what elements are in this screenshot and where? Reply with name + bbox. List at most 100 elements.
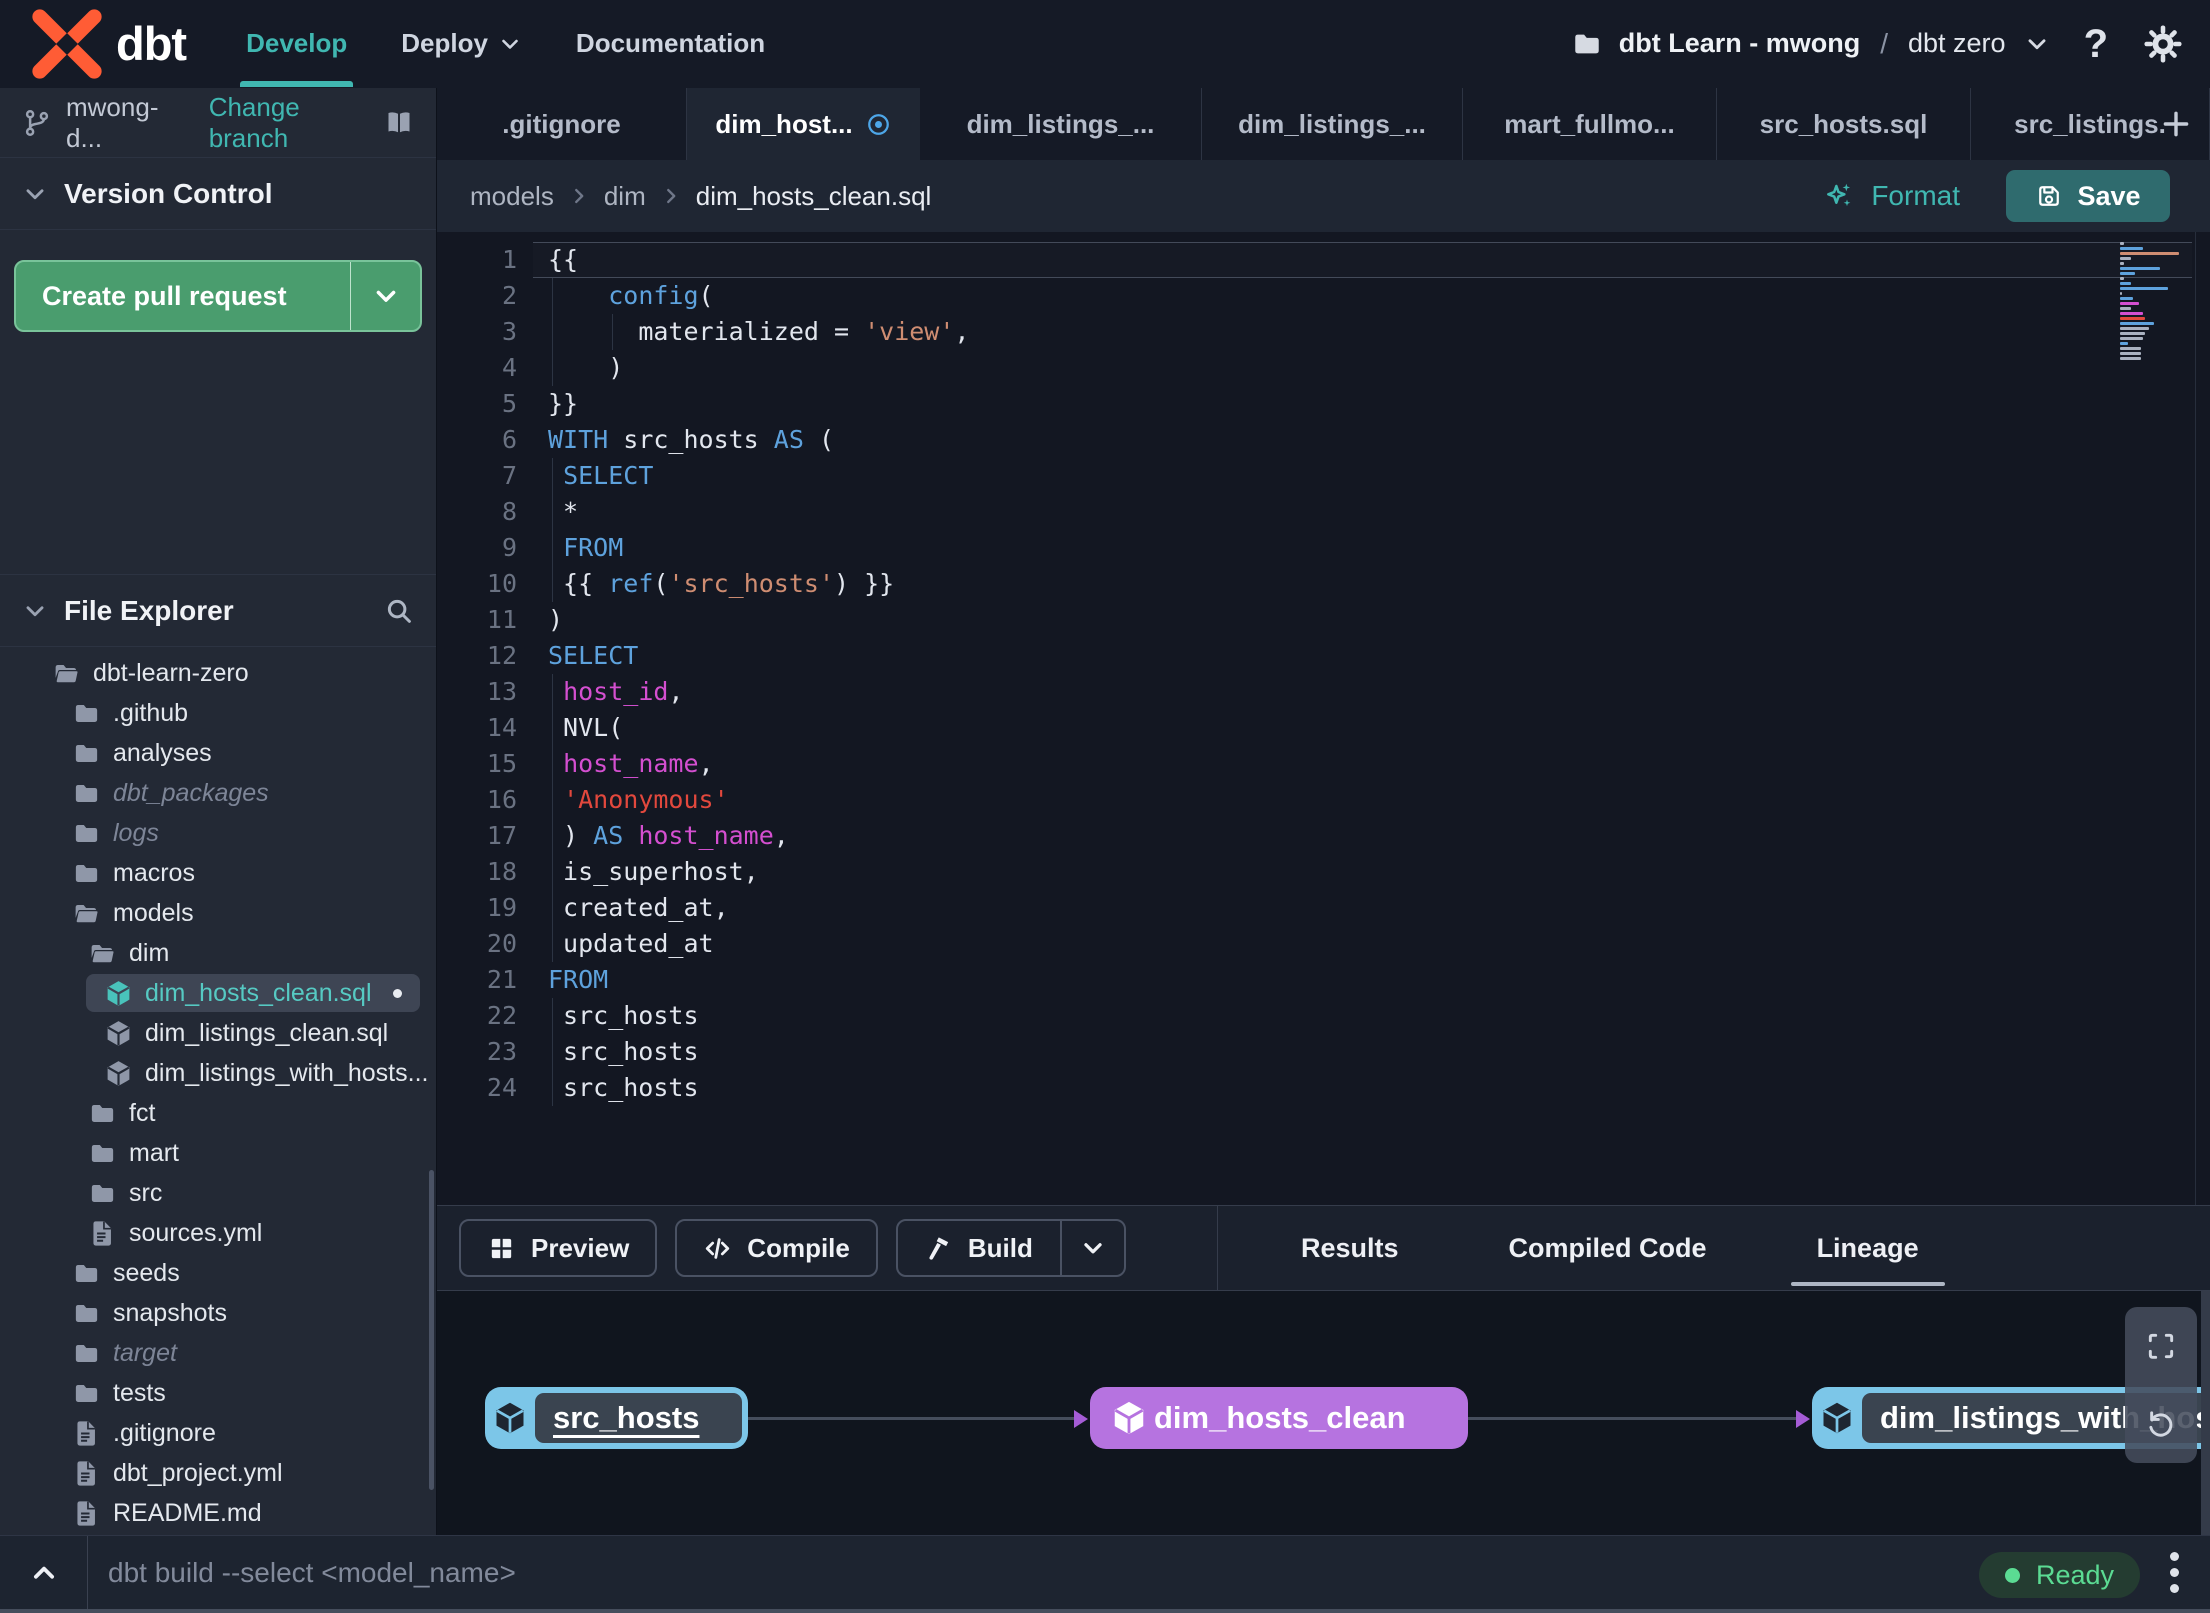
file-tree-item[interactable]: fct: [0, 1093, 436, 1133]
file-tree-item[interactable]: .github: [0, 693, 436, 733]
compile-button[interactable]: Compile: [675, 1219, 878, 1277]
file-tree-item[interactable]: dim_listings_with_hosts...: [0, 1053, 436, 1093]
save-button[interactable]: Save: [2006, 170, 2170, 222]
file-tree-item[interactable]: snapshots: [0, 1293, 436, 1333]
indent-guide: [552, 890, 553, 926]
file-tree-item[interactable]: dbt_packages: [0, 773, 436, 813]
code-line[interactable]: 20 updated_at: [437, 926, 2210, 962]
minimap[interactable]: [2120, 242, 2184, 362]
fullscreen-icon[interactable]: [2145, 1330, 2177, 1362]
editor-tab[interactable]: .gitignore: [437, 88, 687, 160]
create-pull-request-button[interactable]: Create pull request: [14, 260, 422, 332]
code-line[interactable]: 7 SELECT: [437, 458, 2210, 494]
lineage-panel[interactable]: src_hosts dim_hosts_clean dim_listings_wit…: [437, 1291, 2210, 1535]
collapse-panel-button[interactable]: [0, 1536, 88, 1609]
file-tree-item[interactable]: logs: [0, 813, 436, 853]
pr-dropdown-toggle[interactable]: [350, 262, 420, 330]
code-line[interactable]: 10 {{ ref('src_hosts') }}: [437, 566, 2210, 602]
editor-tab[interactable]: dim_listings_...: [920, 88, 1202, 160]
line-number: 5: [501, 389, 517, 418]
file-tree-item[interactable]: src: [0, 1173, 436, 1213]
breadcrumb-item[interactable]: dim: [604, 181, 646, 212]
code-editor[interactable]: 1{{2 config(3 materialized = 'view', 4 ) 5…: [437, 232, 2210, 1205]
file-tree-item[interactable]: macros: [0, 853, 436, 893]
project-switcher[interactable]: dbt Learn - mwong / dbt zero: [1571, 28, 2050, 60]
editor-tab[interactable]: dim_listings_...: [1202, 88, 1463, 160]
code-line[interactable]: 2 config(: [437, 278, 2210, 314]
code-line[interactable]: 12 SELECT: [437, 638, 2210, 674]
file-tree-item[interactable]: models: [0, 893, 436, 933]
code-line[interactable]: 9 FROM: [437, 530, 2210, 566]
kebab-menu-button[interactable]: [2154, 1536, 2194, 1609]
file-tree-item[interactable]: mart: [0, 1133, 436, 1173]
preview-button[interactable]: Preview: [459, 1219, 658, 1277]
command-input[interactable]: dbt build --select <model_name>: [108, 1557, 516, 1589]
code-line[interactable]: 24 src_hosts: [437, 1070, 2210, 1106]
code-line[interactable]: 1{{: [437, 242, 2210, 278]
breadcrumb-item[interactable]: models: [470, 181, 554, 212]
file-tree-item[interactable]: seeds: [0, 1253, 436, 1293]
new-tab-button[interactable]: [2150, 88, 2202, 160]
dbt-logo[interactable]: dbt: [26, 3, 187, 85]
status-badge: Ready: [1978, 1552, 2140, 1598]
sidebar-scrollbar[interactable]: [429, 1170, 434, 1490]
action-bar: Preview Compile Build Results Compiled C…: [437, 1205, 2210, 1291]
file-tree-item[interactable]: sources.yml: [0, 1213, 436, 1253]
file-tree-item[interactable]: analyses: [0, 733, 436, 773]
file-tree-item[interactable]: dbt_project.yml: [0, 1453, 436, 1493]
nav-item-develop[interactable]: Develop: [240, 0, 354, 87]
lineage-node-dim_hosts_clean[interactable]: dim_hosts_clean: [1090, 1387, 1468, 1449]
indent-guide: [552, 674, 553, 710]
file-tree-item[interactable]: tests: [0, 1373, 436, 1413]
build-button[interactable]: Build: [895, 1219, 1126, 1277]
code-line[interactable]: 21 FROM: [437, 962, 2210, 998]
code-line[interactable]: 6 WITH src_hosts AS (: [437, 422, 2210, 458]
file-tree-item[interactable]: dim_hosts_clean.sql: [0, 973, 436, 1013]
code-text: src_hosts: [548, 1001, 699, 1030]
settings-gear-icon[interactable]: [2142, 23, 2184, 65]
help-button[interactable]: ?: [2084, 24, 2108, 64]
version-control-header[interactable]: Version Control: [0, 158, 436, 230]
code-line[interactable]: 3 materialized = 'view',: [437, 314, 2210, 350]
code-line[interactable]: 23 src_hosts: [437, 1034, 2210, 1070]
search-icon[interactable]: [384, 596, 414, 626]
file-tree-item[interactable]: dim_listings_clean.sql: [0, 1013, 436, 1053]
code-line[interactable]: 5}}: [437, 386, 2210, 422]
editor-tab[interactable]: src_hosts.sql: [1717, 88, 1971, 160]
lineage-node-src_hosts[interactable]: src_hosts: [485, 1387, 748, 1449]
code-line[interactable]: 8 *: [437, 494, 2210, 530]
nav-item-deploy[interactable]: Deploy: [401, 0, 522, 87]
code-line[interactable]: 14 NVL(: [437, 710, 2210, 746]
file-tree-item[interactable]: .gitignore: [0, 1413, 436, 1453]
code-line[interactable]: 16 'Anonymous': [437, 782, 2210, 818]
section-title: File Explorer: [64, 594, 234, 626]
code-line[interactable]: 13 host_id,: [437, 674, 2210, 710]
build-dropdown-toggle[interactable]: [1059, 1221, 1124, 1275]
code-text: ): [548, 353, 624, 382]
code-line[interactable]: 17 ) AS host_name,: [437, 818, 2210, 854]
code-line[interactable]: 19 created_at,: [437, 890, 2210, 926]
code-line[interactable]: 4 ): [437, 350, 2210, 386]
docs-book-icon[interactable]: [384, 108, 414, 138]
refresh-icon[interactable]: [2145, 1408, 2177, 1440]
editor-tab[interactable]: dim_host...: [687, 88, 920, 160]
folder-icon: [72, 1339, 101, 1368]
file-tree-item[interactable]: dbt-learn-zero: [0, 653, 436, 693]
code-line[interactable]: 18 is_superhost,: [437, 854, 2210, 890]
editor-tab[interactable]: mart_fullmo...: [1463, 88, 1717, 160]
code-text: is_superhost,: [548, 857, 759, 886]
nav-item-documentation[interactable]: Documentation: [576, 0, 765, 87]
file-explorer-header[interactable]: File Explorer: [0, 575, 436, 647]
code-line[interactable]: 11): [437, 602, 2210, 638]
format-button[interactable]: Format: [1823, 180, 1960, 212]
code-line[interactable]: 15 host_name,: [437, 746, 2210, 782]
file-tree-item[interactable]: README.md: [0, 1493, 436, 1533]
file-tree-item[interactable]: target: [0, 1333, 436, 1373]
change-branch-link[interactable]: Change branch: [209, 92, 370, 154]
file-tree-item[interactable]: dim: [0, 933, 436, 973]
active-line-highlight: [533, 242, 2192, 278]
result-tab-results[interactable]: Results: [1275, 1206, 1425, 1290]
code-line[interactable]: 22 src_hosts: [437, 998, 2210, 1034]
result-tab-compiled-code[interactable]: Compiled Code: [1483, 1206, 1733, 1290]
result-tab-lineage[interactable]: Lineage: [1790, 1206, 1945, 1290]
